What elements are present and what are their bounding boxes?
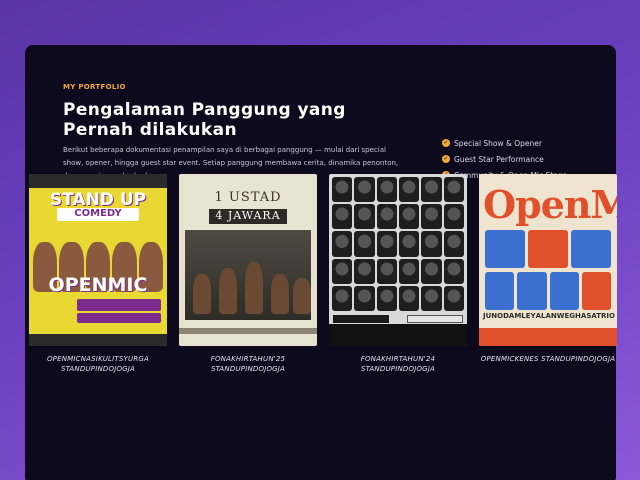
performer-photo: [332, 177, 353, 203]
performer-photo: [421, 231, 442, 257]
performer-photo: [421, 177, 442, 203]
poster-headline: OpenMic: [483, 182, 617, 227]
performer-name: ALAN: [535, 312, 557, 320]
performer-photo: [332, 204, 353, 230]
performer-photo: [399, 231, 420, 257]
poster-line-2: 4 JAWARA: [209, 209, 287, 224]
check-circle-icon: ✓: [442, 155, 450, 163]
gallery-card[interactable]: FONAKHIRTAHUN'24 STANDUPINDOJOGJA: [329, 174, 467, 374]
poster-footer-bar: [29, 334, 167, 346]
poster-fon-akhir-tahun-24[interactable]: [329, 174, 467, 346]
performer-photo: [376, 258, 397, 284]
performer-illustration: [485, 230, 525, 268]
poster-openmic-kenes[interactable]: OpenMic JUNO DAMLEY ALAN WEGHA SATRIO: [479, 174, 617, 346]
performer-photo: [421, 258, 442, 284]
performer-photo: [354, 231, 375, 257]
performer-photo: [376, 204, 397, 230]
performer-photo: [376, 177, 397, 203]
poster-footer-bar: [479, 328, 617, 346]
poster-event-name: OPENMIC: [48, 274, 148, 296]
performer-photo: [354, 204, 375, 230]
poster-label-left: [333, 315, 389, 323]
performer-illustration: [571, 230, 611, 268]
poster-illustration-row: [485, 230, 611, 268]
poster-footer-bar: [329, 324, 467, 346]
performer-name: WEGHA: [556, 312, 587, 320]
performer-photo: [354, 258, 375, 284]
poster-line-1: 1 USTAD: [214, 190, 282, 205]
performer-photo: [443, 231, 464, 257]
poster-caption: FONAKHIRTAHUN'25 STANDUPINDOJOGJA: [210, 355, 286, 373]
performer-illustration: [549, 272, 579, 310]
performer-name: SATRIO: [586, 312, 615, 320]
poster-photo: [185, 230, 311, 320]
performer-photo: [399, 258, 420, 284]
performer-photo: [332, 285, 353, 311]
feature-item: ✓ Special Show & Opener: [442, 135, 567, 151]
poster-footer-bar: [179, 328, 317, 334]
poster-venue-band: [77, 313, 161, 323]
performer-photo: [354, 177, 375, 203]
poster-headline: STAND UP: [49, 190, 147, 210]
poster-caption: OPENMICNASIKULITSYURGA STANDUPINDOJOGJA: [46, 355, 150, 373]
performer-photo: [443, 258, 464, 284]
performer-illustration: [528, 230, 568, 268]
feature-item: ✓ Guest Star Performance: [442, 151, 567, 167]
performer-photo: [293, 278, 311, 314]
poster-faces-grid: [329, 174, 467, 314]
performer-photo: [376, 231, 397, 257]
poster-1ustad-4jawara[interactable]: 1 USTAD 4 JAWARA: [179, 174, 317, 346]
performer-illustration: [485, 272, 515, 310]
performer-illustration: [517, 272, 547, 310]
performer-name: JUNO: [483, 312, 504, 320]
performer-photo: [376, 285, 397, 311]
performer-photo: [443, 285, 464, 311]
performer-photo: [245, 262, 263, 314]
section-eyebrow: MY PORTFOLIO: [63, 83, 126, 91]
feature-label: Guest Star Performance: [454, 154, 544, 164]
check-circle-icon: ✓: [442, 139, 450, 147]
gallery-card[interactable]: STAND UP COMEDY OPENMIC OPENMICNASIKULIT…: [29, 174, 167, 374]
performer-illustration: [581, 272, 611, 310]
poster-illustration-row: [485, 272, 611, 310]
performer-photo: [354, 285, 375, 311]
poster-openmic-nasikulit[interactable]: STAND UP COMEDY OPENMIC: [29, 174, 167, 346]
performer-photo: [443, 177, 464, 203]
performer-photo: [193, 274, 211, 314]
poster-caption: FONAKHIRTAHUN'24 STANDUPINDOJOGJA: [360, 355, 436, 373]
performer-photo: [219, 268, 237, 314]
poster-header-bar: [29, 174, 167, 188]
performer-photo: [332, 231, 353, 257]
performer-photo: [332, 258, 353, 284]
performer-photo: [399, 204, 420, 230]
performer-photo: [421, 204, 442, 230]
performer-photo: [271, 274, 289, 314]
performer-photo: [399, 285, 420, 311]
poster-label-right: [407, 315, 463, 323]
poster-subheadline: COMEDY: [57, 208, 139, 221]
performer-photo: [421, 285, 442, 311]
performer-name: DAMLEY: [503, 312, 536, 320]
poster-gallery: STAND UP COMEDY OPENMIC OPENMICNASIKULIT…: [4, 174, 624, 374]
poster-date-band: [77, 299, 161, 311]
gallery-card[interactable]: OpenMic JUNO DAMLEY ALAN WEGHA SATRIO O: [479, 174, 617, 364]
performer-photo: [399, 177, 420, 203]
gallery-card[interactable]: 1 USTAD 4 JAWARA FONAKHIRTAHUN'25 STANDU…: [179, 174, 317, 374]
poster-performer-names: JUNO DAMLEY ALAN WEGHA SATRIO: [483, 312, 615, 320]
section-title: Pengalaman Panggung yang Pernah dilakuka…: [63, 100, 346, 140]
performer-photo: [443, 204, 464, 230]
poster-caption: OPENMICKENES STANDUPINDOJOGJA: [480, 355, 616, 363]
feature-label: Special Show & Opener: [454, 138, 542, 148]
